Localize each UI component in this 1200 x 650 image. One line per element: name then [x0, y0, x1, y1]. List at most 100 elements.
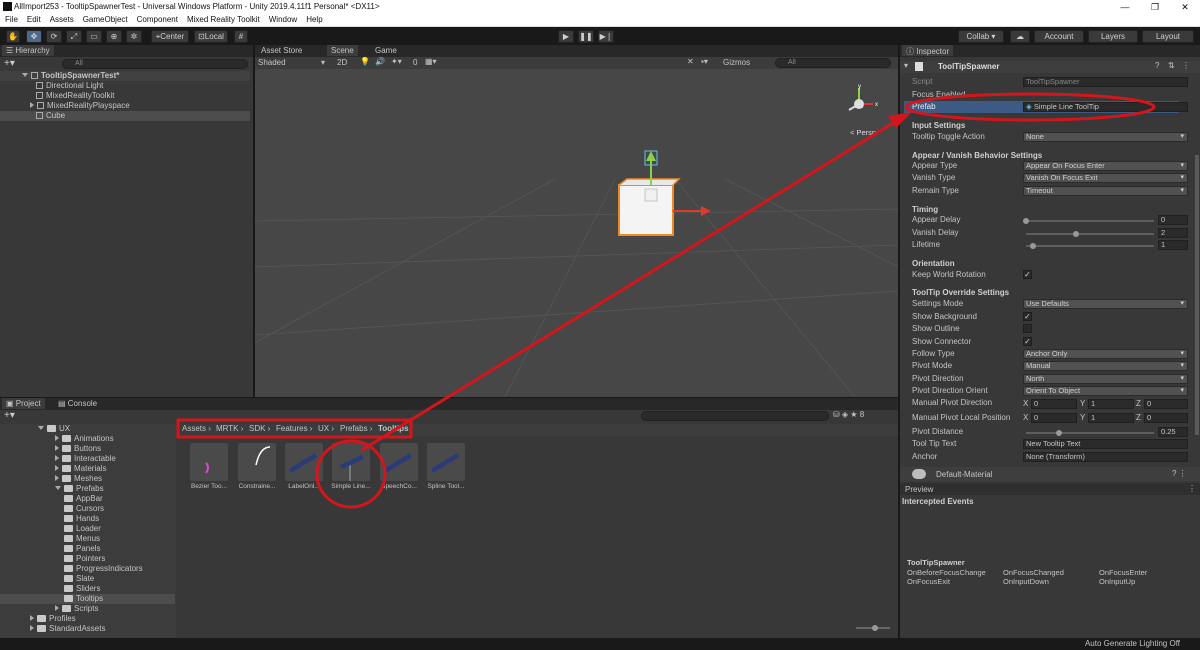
- preview-menu-icon[interactable]: ⋮: [1188, 484, 1196, 493]
- tab-game[interactable]: Game: [371, 45, 401, 56]
- maximize-button[interactable]: ❐: [1140, 0, 1170, 14]
- grid-icon[interactable]: ▦▾: [425, 57, 437, 66]
- pivot-orient-dropdown[interactable]: Orient To Object: [1023, 386, 1188, 396]
- pivot-direction-dropdown[interactable]: North: [1023, 374, 1188, 384]
- folder-item[interactable]: Hands: [0, 514, 175, 524]
- material-menu-icon[interactable]: ? ⋮: [1172, 469, 1187, 478]
- keep-world-rotation-checkbox[interactable]: ✓: [1023, 270, 1032, 279]
- breadcrumb-item-current[interactable]: Tooltips: [378, 424, 409, 433]
- tab-console[interactable]: ▤ Console: [54, 398, 101, 409]
- pivot-local-button[interactable]: ⊡Local: [194, 30, 228, 43]
- manual-local-y[interactable]: 1: [1088, 413, 1134, 423]
- manual-local-x[interactable]: 0: [1031, 413, 1077, 423]
- tab-inspector[interactable]: ⓘ Inspector: [902, 45, 954, 56]
- manual-dir-x[interactable]: 0: [1031, 399, 1077, 409]
- appear-delay-field[interactable]: 0: [1158, 215, 1188, 225]
- close-button[interactable]: ✕: [1170, 0, 1200, 14]
- manual-local-z[interactable]: 0: [1144, 413, 1188, 423]
- zoom-slider[interactable]: [856, 625, 890, 631]
- menu-mrtk[interactable]: Mixed Reality Toolkit: [182, 14, 264, 24]
- asset-thumbnail[interactable]: [427, 443, 465, 481]
- audio-icon[interactable]: 🔊: [375, 57, 385, 66]
- breadcrumb-item[interactable]: Prefabs ›: [340, 424, 372, 433]
- show-background-checkbox[interactable]: ✓: [1023, 312, 1032, 321]
- folder-item[interactable]: Profiles: [0, 614, 175, 624]
- tab-asset-store[interactable]: Asset Store: [257, 45, 306, 56]
- move-tool-icon[interactable]: ✥: [26, 30, 42, 43]
- show-connector-checkbox[interactable]: ✓: [1023, 337, 1032, 346]
- tab-scene[interactable]: Scene: [327, 45, 358, 56]
- effects-icon[interactable]: ✦▾: [391, 57, 402, 66]
- help-icon[interactable]: ?: [1155, 61, 1159, 70]
- menu-icon[interactable]: ⋮: [1182, 61, 1190, 70]
- scene-root[interactable]: TooltipSpawnerTest*: [0, 71, 250, 81]
- folder-item[interactable]: Loader: [0, 524, 175, 534]
- remain-type-dropdown[interactable]: Timeout: [1023, 186, 1188, 196]
- folder-item[interactable]: StandardAssets: [0, 624, 175, 634]
- tooltip-text-field[interactable]: New Tooltip Text: [1023, 439, 1188, 449]
- 2d-toggle[interactable]: 2D: [337, 58, 347, 67]
- breadcrumb-item[interactable]: Assets ›: [182, 424, 211, 433]
- folder-item[interactable]: Meshes: [0, 474, 175, 484]
- component-header[interactable]: ▾ ToolTipSpawner ? ⇅ ⋮: [900, 61, 1200, 73]
- folder-item[interactable]: Sliders: [0, 584, 175, 594]
- hierarchy-item[interactable]: Cube: [0, 111, 250, 121]
- preset-icon[interactable]: ⇅: [1168, 61, 1175, 70]
- cloud-icon[interactable]: ☁: [1010, 30, 1030, 43]
- step-button[interactable]: ▶❘: [598, 30, 614, 43]
- vanish-delay-slider[interactable]: [1026, 231, 1154, 237]
- folder-ux[interactable]: UX: [0, 424, 175, 434]
- menu-edit[interactable]: Edit: [22, 14, 45, 24]
- hierarchy-search-input[interactable]: All: [62, 59, 248, 69]
- scrollbar[interactable]: [1195, 155, 1199, 435]
- scene-viewport[interactable]: [255, 69, 898, 397]
- anchor-field[interactable]: None (Transform): [1023, 452, 1188, 462]
- asset-thumbnail[interactable]: [380, 443, 418, 481]
- menu-gameobject[interactable]: GameObject: [78, 14, 132, 24]
- folder-item[interactable]: Cursors: [0, 504, 175, 514]
- tools-icon[interactable]: ✕: [687, 57, 694, 66]
- play-button[interactable]: ▶: [558, 30, 574, 43]
- asset-thumbnail[interactable]: [285, 443, 323, 481]
- collab-button[interactable]: Collab ▾: [958, 30, 1004, 43]
- hierarchy-item[interactable]: MixedRealityToolkit: [0, 91, 250, 101]
- shading-dropdown[interactable]: Shaded: [258, 58, 286, 67]
- tab-project[interactable]: ▣ Project: [2, 398, 45, 409]
- manual-dir-z[interactable]: 0: [1144, 399, 1188, 409]
- folder-item[interactable]: Panels: [0, 544, 175, 554]
- folder-item[interactable]: Materials: [0, 464, 175, 474]
- material-header[interactable]: Default-Material ? ⋮: [900, 467, 1200, 481]
- pause-button[interactable]: ❚❚: [578, 30, 594, 43]
- appear-delay-slider[interactable]: [1023, 218, 1154, 224]
- show-outline-checkbox[interactable]: [1023, 324, 1032, 333]
- appear-type-dropdown[interactable]: Appear On Focus Enter: [1023, 161, 1188, 171]
- rect-tool-icon[interactable]: ▭: [86, 30, 102, 43]
- menu-file[interactable]: File: [0, 14, 22, 24]
- toggle-action-dropdown[interactable]: None: [1023, 132, 1188, 142]
- folder-tooltips[interactable]: Tooltips: [0, 594, 175, 604]
- folder-item[interactable]: Scripts: [0, 604, 175, 614]
- preview-header[interactable]: Preview ⋮: [900, 483, 1200, 495]
- breadcrumb-item[interactable]: SDK ›: [249, 424, 270, 433]
- filter-icons[interactable]: ⛁ ◈ ★ 8: [833, 410, 864, 419]
- pivot-center-button[interactable]: ⌖Center: [151, 30, 189, 43]
- custom-tool-icon[interactable]: ✲: [126, 30, 142, 43]
- foldout-icon[interactable]: ▾: [904, 61, 908, 70]
- vanish-type-dropdown[interactable]: Vanish On Focus Exit: [1023, 173, 1188, 183]
- folder-item[interactable]: Pointers: [0, 554, 175, 564]
- rotate-tool-icon[interactable]: ⟳: [46, 30, 62, 43]
- scale-tool-icon[interactable]: ⤢: [66, 30, 82, 43]
- menu-assets[interactable]: Assets: [45, 14, 78, 24]
- pivot-distance-slider[interactable]: [1026, 430, 1154, 436]
- folder-item[interactable]: ProgressIndicators: [0, 564, 175, 574]
- create-icon[interactable]: +▾: [4, 410, 15, 421]
- folder-item[interactable]: AppBar: [0, 494, 175, 504]
- minimize-button[interactable]: —: [1110, 0, 1140, 14]
- asset-thumbnail[interactable]: [332, 443, 370, 481]
- breadcrumb-item[interactable]: UX ›: [318, 424, 334, 433]
- folder-item[interactable]: Animations: [0, 434, 175, 444]
- breadcrumb-item[interactable]: Features ›: [276, 424, 312, 433]
- folder-item[interactable]: Buttons: [0, 444, 175, 454]
- breadcrumb-item[interactable]: MRTK ›: [216, 424, 243, 433]
- follow-type-dropdown[interactable]: Anchor Only: [1023, 349, 1188, 359]
